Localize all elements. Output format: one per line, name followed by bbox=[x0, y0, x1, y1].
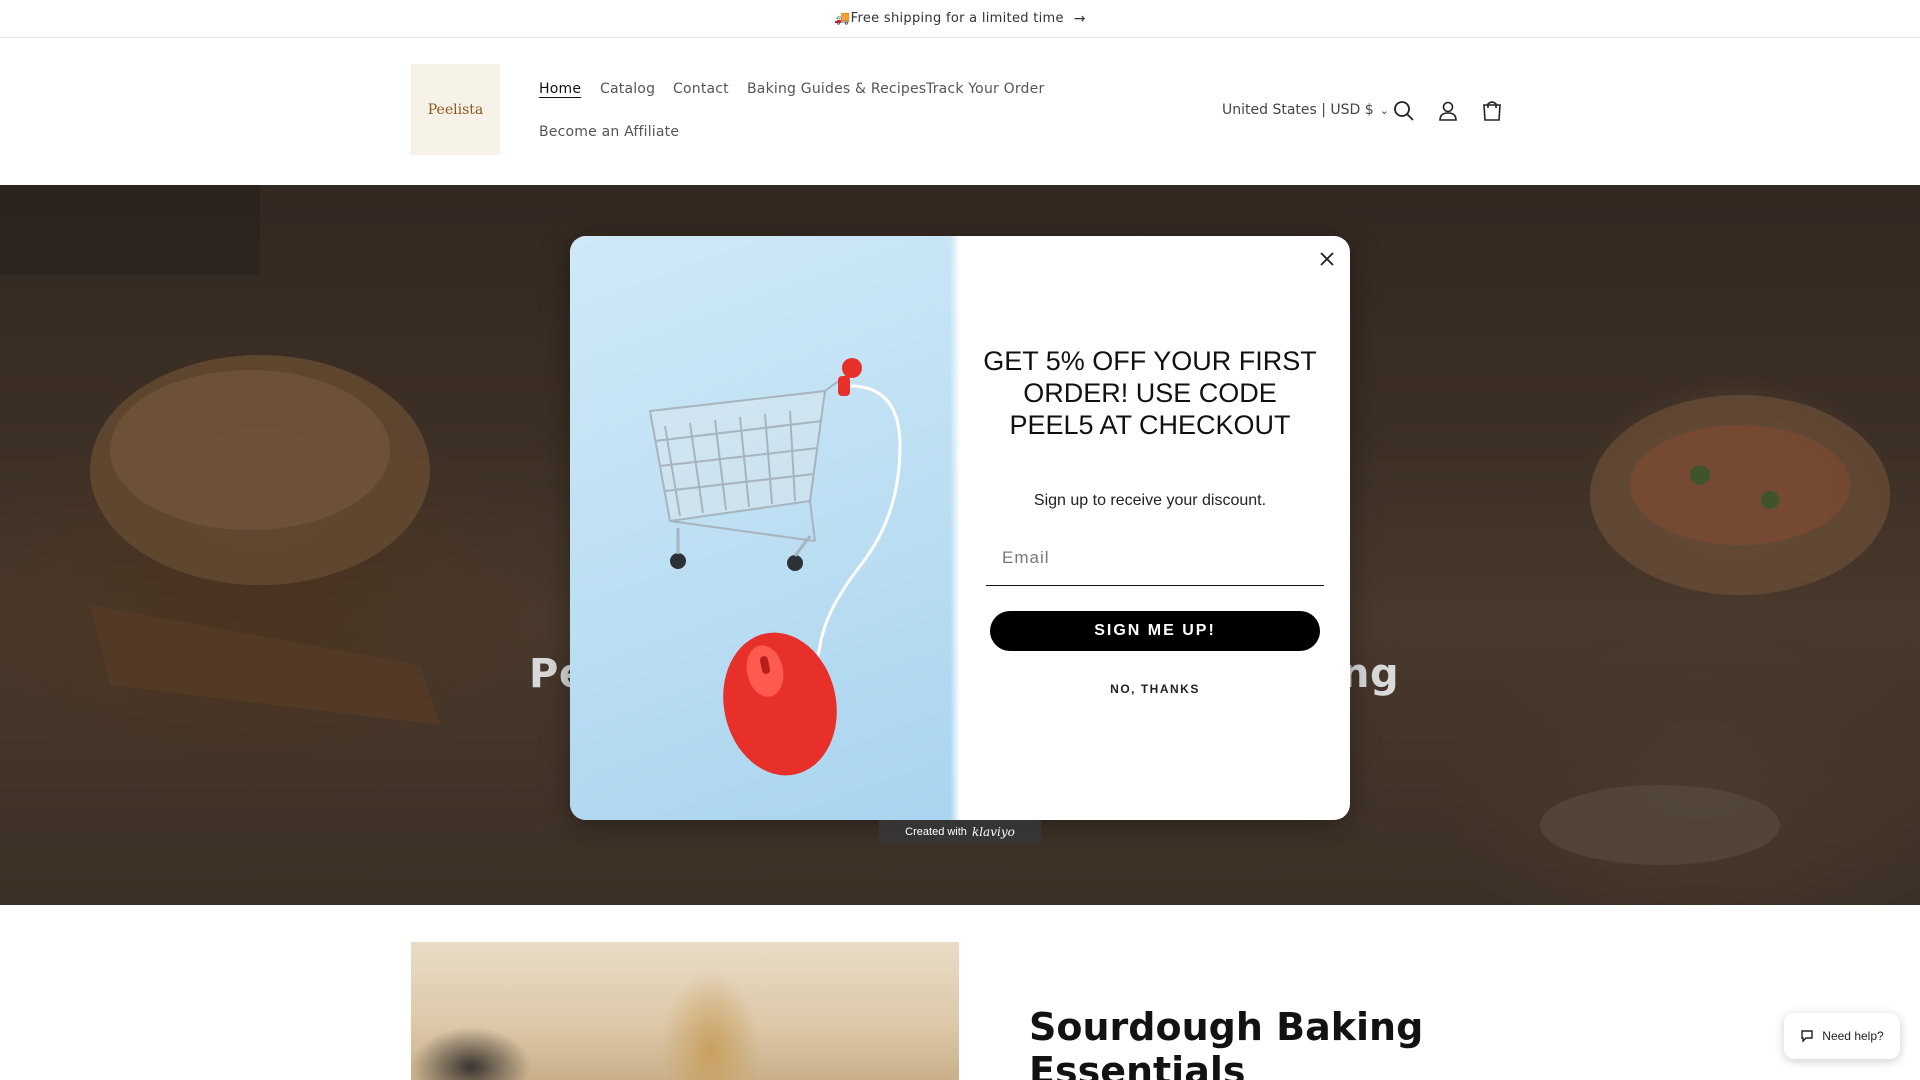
featured-title-line2: Essentials bbox=[1029, 1049, 1246, 1080]
sign-up-button[interactable]: SIGN ME UP! bbox=[990, 611, 1320, 651]
nav-affiliate[interactable]: Become an Affiliate bbox=[539, 124, 679, 140]
arrow-right-icon: → bbox=[1073, 10, 1086, 27]
country-currency-selector[interactable]: United States | USD $ ⌄ bbox=[1222, 102, 1389, 118]
shopping-cart-mouse-illustration bbox=[648, 358, 902, 776]
close-icon bbox=[1320, 252, 1334, 266]
nav-catalog[interactable]: Catalog bbox=[600, 81, 655, 97]
badge-prefix: Created with bbox=[905, 826, 967, 838]
email-input[interactable] bbox=[986, 530, 1324, 586]
popup-subtext: Sign up to receive your discount. bbox=[1033, 492, 1267, 509]
no-thanks-button[interactable]: NO, THANKS bbox=[990, 682, 1320, 696]
chat-label: Need help? bbox=[1822, 1029, 1884, 1043]
featured-title-line1: Sourdough Baking bbox=[1029, 1005, 1424, 1049]
search-icon[interactable] bbox=[1391, 98, 1417, 124]
close-popup-button[interactable] bbox=[1316, 248, 1338, 270]
logo-text: Peelista bbox=[427, 101, 484, 118]
account-icon[interactable] bbox=[1435, 98, 1461, 124]
truck-icon: 🚚 bbox=[834, 11, 851, 26]
site-header: Peelista Home Catalog Contact Baking Gui… bbox=[0, 39, 1920, 185]
chat-widget-button[interactable]: Need help? bbox=[1784, 1013, 1900, 1059]
nav-baking-guides[interactable]: Baking Guides & Recipes bbox=[747, 81, 926, 97]
chat-bubble-icon bbox=[1801, 1030, 1813, 1043]
popup-image bbox=[570, 236, 960, 820]
cart-icon[interactable] bbox=[1479, 98, 1505, 124]
nav-track-order[interactable]: Track Your Order bbox=[926, 81, 1044, 97]
announcement-bar[interactable]: 🚚 Free shipping for a limited time → bbox=[0, 0, 1920, 38]
chevron-down-icon: ⌄ bbox=[1379, 104, 1389, 117]
featured-section: Sourdough Baking Essentials bbox=[0, 905, 1920, 1080]
featured-image bbox=[411, 942, 959, 1080]
nav-contact[interactable]: Contact bbox=[673, 81, 729, 97]
announcement-text: Free shipping for a limited time bbox=[850, 11, 1064, 26]
store-logo[interactable]: Peelista bbox=[411, 64, 500, 155]
klaviyo-badge[interactable]: Created with klaviyo bbox=[879, 820, 1041, 844]
discount-popup: GET 5% OFF YOUR FIRST ORDER! USE CODE PE… bbox=[570, 236, 1350, 820]
featured-title: Sourdough Baking Essentials bbox=[1029, 1005, 1423, 1080]
popup-headline: GET 5% OFF YOUR FIRST ORDER! USE CODE PE… bbox=[983, 346, 1317, 440]
klaviyo-logo: klaviyo bbox=[971, 825, 1015, 839]
locale-label: United States | USD $ bbox=[1222, 102, 1374, 118]
nav-home[interactable]: Home bbox=[539, 81, 581, 97]
